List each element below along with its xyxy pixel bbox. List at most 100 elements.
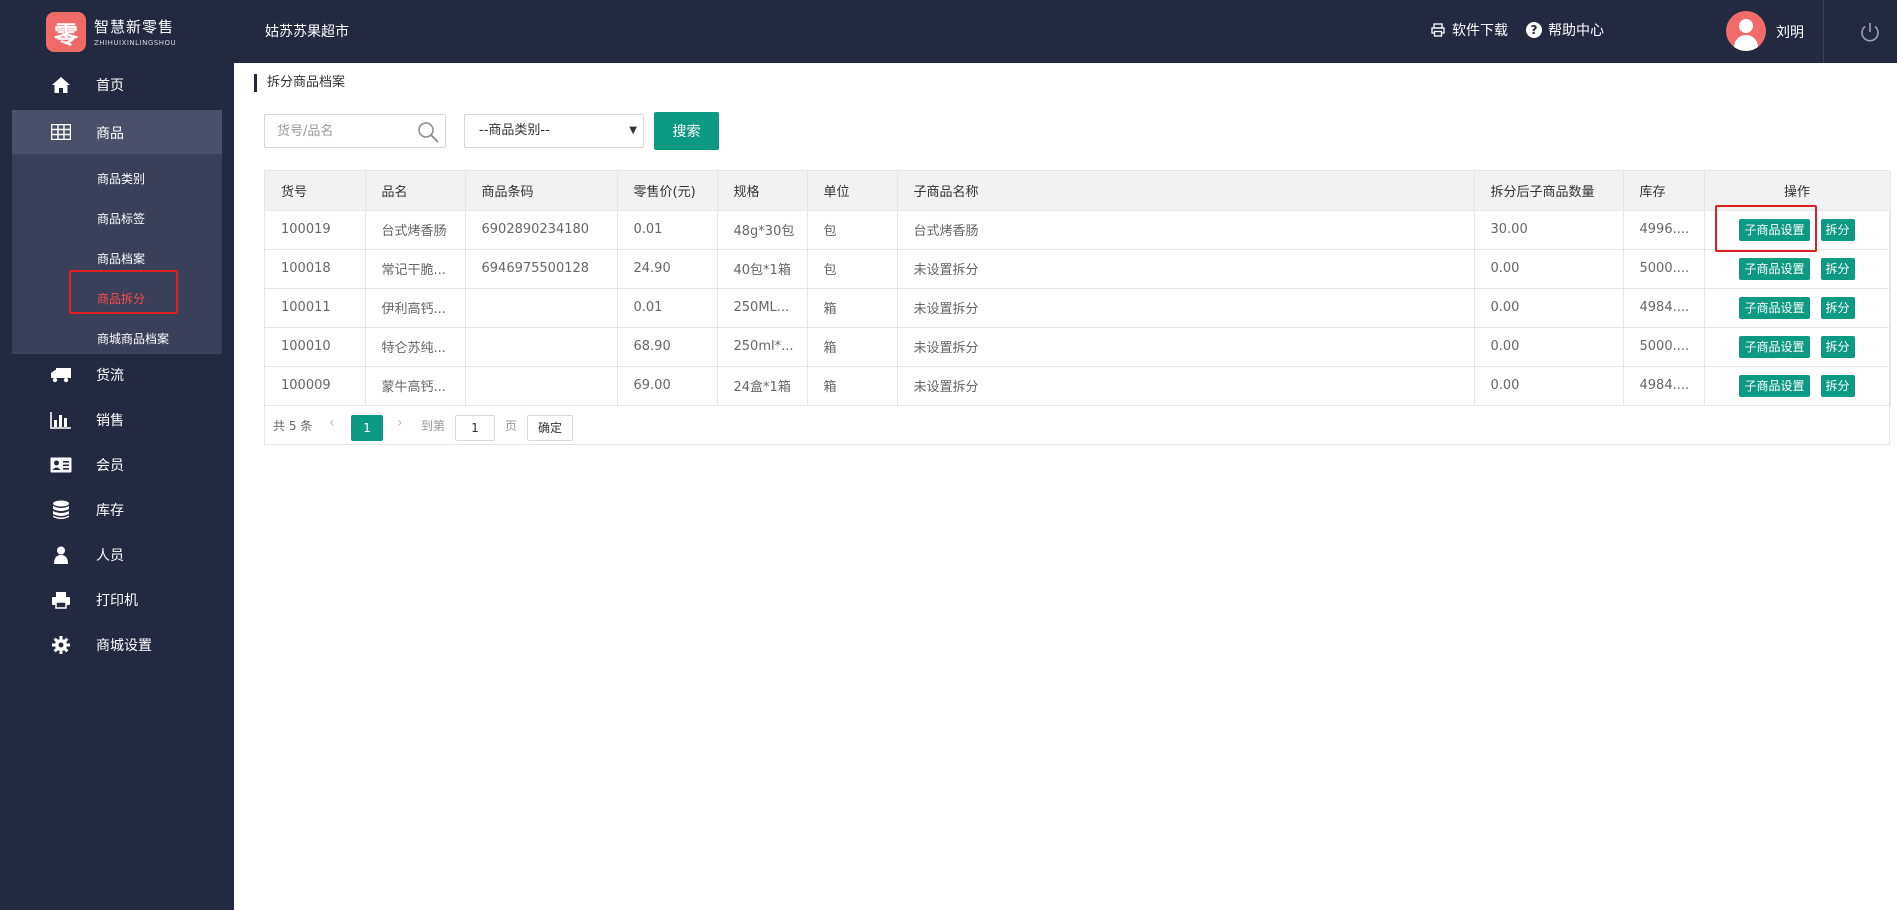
search-icon[interactable] xyxy=(417,121,439,143)
cell-price: 0.01 xyxy=(617,288,718,328)
sidebar-item-members[interactable]: 会员 xyxy=(12,443,222,487)
header-divider xyxy=(1823,0,1824,63)
sub-item-mall-archive[interactable]: 商城商品档案 xyxy=(97,330,169,347)
split-button[interactable]: 拆分 xyxy=(1820,257,1855,280)
cell-stock: 5000.... xyxy=(1623,327,1705,367)
sub-item-tags[interactable]: 商品标签 xyxy=(97,210,145,227)
search-input[interactable] xyxy=(265,115,405,147)
question-icon: ? xyxy=(1526,22,1542,38)
cell-ops: 子商品设置 拆分 xyxy=(1704,327,1891,367)
store-name: 姑苏苏果超市 xyxy=(265,24,349,40)
chevron-right-icon[interactable]: › xyxy=(397,415,403,431)
col-header-code: 货号 xyxy=(265,171,366,211)
sidebar-item-label: 库存 xyxy=(96,503,124,519)
printer-icon xyxy=(50,590,72,610)
cell-spec: 48g*30包 xyxy=(717,210,808,250)
cell-name: 特仑苏纯... xyxy=(365,327,466,367)
pagination: 共 5 条 ‹ 1 › 到第 1 页 确定 xyxy=(265,405,865,445)
sidebar-item-logistics[interactable]: 货流 xyxy=(12,353,222,397)
cell-sub-qty: 30.00 xyxy=(1474,210,1624,250)
user-icon xyxy=(50,545,72,565)
sidebar-item-label: 商品 xyxy=(96,126,124,142)
sidebar-item-label: 销售 xyxy=(96,413,124,429)
col-header-stock: 库存 xyxy=(1623,171,1705,211)
sidebar-item-goods[interactable]: 商品 xyxy=(12,110,222,154)
category-select[interactable]: --商品类别-- ▼ xyxy=(464,114,644,148)
sidebar-item-sales[interactable]: 销售 xyxy=(12,398,222,442)
cell-name: 蒙牛高钙... xyxy=(365,366,466,406)
search-box xyxy=(264,114,446,148)
sub-item-archive[interactable]: 商品档案 xyxy=(97,250,145,267)
cell-code: 100009 xyxy=(265,366,366,406)
sub-goods-settings-button[interactable]: 子商品设置 xyxy=(1739,296,1810,319)
highlight-box-submenu xyxy=(69,270,178,314)
cell-sub-qty: 0.00 xyxy=(1474,249,1624,289)
cell-name: 伊利高钙... xyxy=(365,288,466,328)
chevron-left-icon[interactable]: ‹ xyxy=(329,415,335,431)
pager-current-page[interactable]: 1 xyxy=(351,415,383,441)
grid-icon xyxy=(50,122,72,142)
cell-code: 100011 xyxy=(265,288,366,328)
cell-spec: 250ML... xyxy=(717,288,808,328)
cell-barcode xyxy=(465,288,618,328)
id-card-icon xyxy=(50,455,72,475)
caret-down-icon: ▼ xyxy=(629,125,637,136)
cell-barcode xyxy=(465,327,618,367)
cell-price: 0.01 xyxy=(617,210,718,250)
cell-spec: 40包*1箱 xyxy=(717,249,808,289)
sub-goods-settings-button[interactable]: 子商品设置 xyxy=(1739,335,1810,358)
cell-stock: 4984.... xyxy=(1623,366,1705,406)
cell-ops: 子商品设置 拆分 xyxy=(1704,288,1891,328)
sidebar-item-staff[interactable]: 人员 xyxy=(12,533,222,577)
col-header-barcode: 商品条码 xyxy=(465,171,618,211)
cell-spec: 250ml*... xyxy=(717,327,808,367)
truck-icon xyxy=(50,365,72,385)
col-header-sub-name: 子商品名称 xyxy=(897,171,1475,211)
user-name[interactable]: 刘明 xyxy=(1776,22,1804,42)
table-row: 100010 特仑苏纯... 68.90 250ml*... 箱 未设置拆分 0… xyxy=(265,327,1891,367)
search-button[interactable]: 搜索 xyxy=(654,112,719,150)
download-label: 软件下载 xyxy=(1452,23,1508,39)
cell-ops: 子商品设置 拆分 xyxy=(1704,366,1891,406)
split-button[interactable]: 拆分 xyxy=(1820,218,1855,241)
split-button[interactable]: 拆分 xyxy=(1820,296,1855,319)
avatar[interactable] xyxy=(1726,11,1766,51)
sub-goods-settings-button[interactable]: 子商品设置 xyxy=(1739,257,1810,280)
cell-stock: 4984.... xyxy=(1623,288,1705,328)
pager-goto-input[interactable]: 1 xyxy=(455,415,495,441)
pager-confirm-button[interactable]: 确定 xyxy=(527,415,573,441)
sub-goods-settings-button[interactable]: 子商品设置 xyxy=(1739,374,1810,397)
pager-unit-label: 页 xyxy=(505,419,518,433)
software-download-link[interactable]: 软件下载 xyxy=(1430,20,1508,40)
split-button[interactable]: 拆分 xyxy=(1820,374,1855,397)
home-icon xyxy=(50,75,72,95)
cell-price: 69.00 xyxy=(617,366,718,406)
logo-subtitle: ZHIHUIXINLINGSHOU xyxy=(94,39,177,47)
cell-unit: 包 xyxy=(807,210,898,250)
gear-icon xyxy=(50,635,72,655)
cell-barcode: 6946975500128 xyxy=(465,249,618,289)
power-icon[interactable] xyxy=(1858,20,1882,44)
sidebar-item-home[interactable]: 首页 xyxy=(12,63,222,107)
help-center-link[interactable]: ? 帮助中心 xyxy=(1526,20,1604,40)
cell-barcode xyxy=(465,366,618,406)
sidebar-item-printer[interactable]: 打印机 xyxy=(12,578,222,622)
cell-code: 100019 xyxy=(265,210,366,250)
pager-total: 共 5 条 xyxy=(273,419,313,433)
pager-goto-label: 到第 xyxy=(421,419,446,433)
sub-item-category[interactable]: 商品类别 xyxy=(97,170,145,187)
goods-submenu: 商品 商品类别 商品标签 商品档案 商品拆分 商城商品档案 xyxy=(12,110,222,354)
cell-sub-name: 台式烤香肠 xyxy=(897,210,1475,250)
cell-unit: 包 xyxy=(807,249,898,289)
sidebar-item-label: 首页 xyxy=(96,78,124,94)
cell-sub-qty: 0.00 xyxy=(1474,366,1624,406)
table-row: 100019 台式烤香肠 6902890234180 0.01 48g*30包 … xyxy=(265,210,1891,250)
table-row: 100011 伊利高钙... 0.01 250ML... 箱 未设置拆分 0.0… xyxy=(265,288,1891,328)
table-header-row: 货号 品名 商品条码 零售价(元) 规格 单位 子商品名称 拆分后子商品数量 库… xyxy=(265,171,1891,211)
sidebar-item-inventory[interactable]: 库存 xyxy=(12,488,222,532)
sidebar-item-label: 商城设置 xyxy=(96,638,152,654)
split-button[interactable]: 拆分 xyxy=(1820,335,1855,358)
sidebar-item-mall-settings[interactable]: 商城设置 xyxy=(12,623,222,667)
breadcrumb: 拆分商品档案 xyxy=(254,74,345,92)
cell-code: 100018 xyxy=(265,249,366,289)
